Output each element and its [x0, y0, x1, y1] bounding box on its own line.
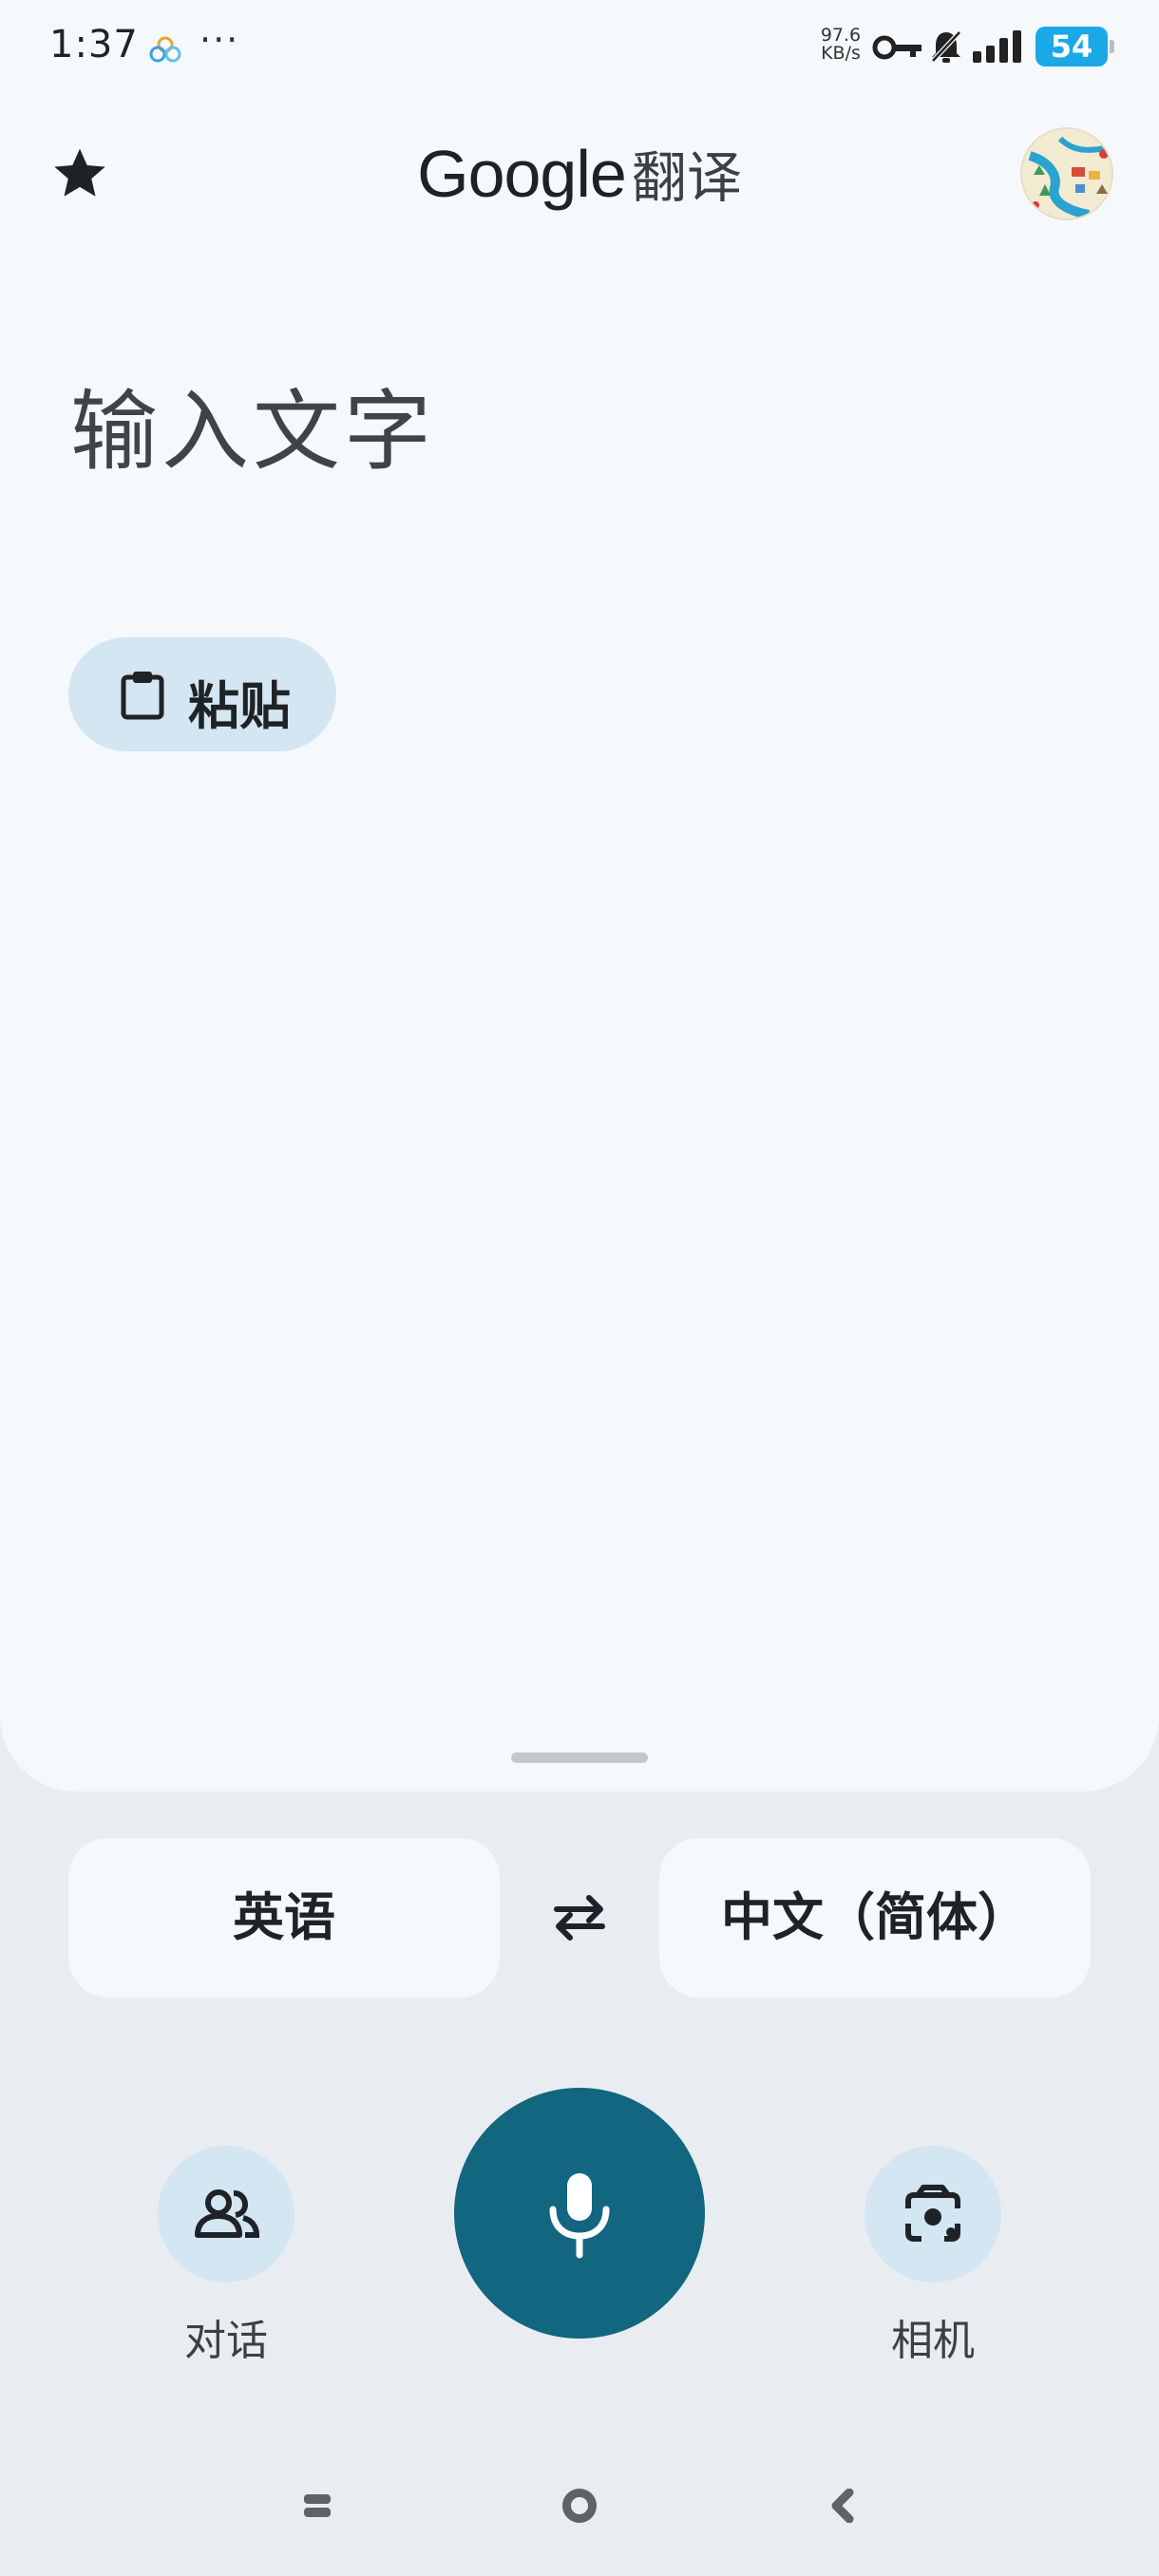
paste-label: 粘贴 [188, 676, 291, 736]
lens-camera-icon [905, 2185, 960, 2242]
swap-arrows-icon[interactable] [549, 1890, 610, 1943]
target-language-button[interactable]: 中文（简体） [659, 1838, 1091, 1998]
camera-label: 相机 [891, 2317, 975, 2365]
battery-icon: 54 [1036, 27, 1108, 66]
source-language-button[interactable]: 英语 [68, 1838, 500, 1998]
conversation-label: 对话 [184, 2317, 268, 2365]
brand-suffix: 翻译 [631, 145, 742, 210]
signal-icon [973, 30, 1021, 63]
camera-button[interactable] [864, 2146, 1001, 2282]
app-notification-icon [149, 36, 181, 63]
bell-muted-icon [931, 30, 961, 63]
input-sheet: 1:37 ··· 97.6 KB/s 54 Google 翻译 输入文字 粘贴 [0, 0, 1159, 1791]
screen: 1:37 ··· 97.6 KB/s 54 Google 翻译 输入文字 粘贴 … [0, 0, 1159, 2576]
back-icon[interactable] [828, 2489, 857, 2523]
people-icon [195, 2189, 260, 2238]
microphone-button[interactable] [454, 2088, 705, 2339]
avatar-map-image [1022, 129, 1112, 218]
net-speed: 97.6 KB/s [819, 27, 863, 63]
status-time: 1:37 [49, 23, 139, 66]
battery-tip [1110, 40, 1114, 53]
sheet-drag-handle[interactable] [511, 1752, 648, 1763]
more-notifications-icon: ··· [200, 19, 240, 61]
home-icon[interactable] [562, 2489, 597, 2523]
recents-icon[interactable] [302, 2492, 332, 2519]
avatar[interactable] [1020, 127, 1113, 220]
app-title: Google 翻译 [0, 133, 1159, 213]
brand-logo: Google [417, 137, 627, 211]
text-input[interactable]: 输入文字 [70, 361, 435, 487]
net-speed-unit: KB/s [821, 43, 861, 64]
paste-button[interactable]: 粘贴 [68, 637, 336, 751]
key-icon [872, 35, 922, 60]
clipboard-icon [121, 672, 164, 720]
status-bar: 1:37 ··· 97.6 KB/s 54 [0, 0, 1159, 95]
conversation-button[interactable] [158, 2146, 294, 2282]
microphone-icon [549, 2173, 610, 2259]
